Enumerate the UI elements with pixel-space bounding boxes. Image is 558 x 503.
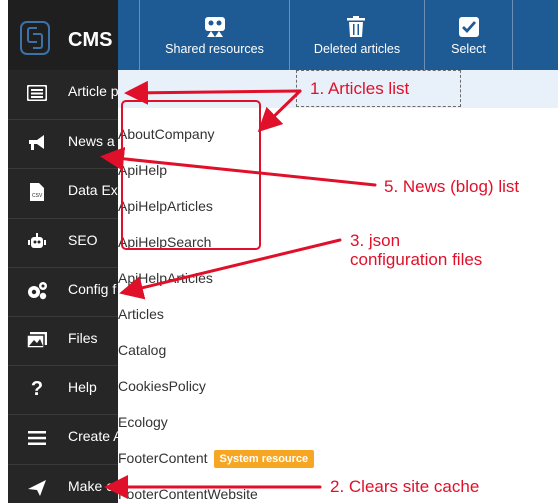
file-name: FooterContent bbox=[118, 450, 208, 466]
gears-icon bbox=[26, 280, 48, 302]
sidebar-item-label: Help bbox=[68, 379, 97, 396]
sidebar-item-seo[interactable]: SEO bbox=[8, 217, 118, 267]
file-name: FooterContentWebsite bbox=[118, 486, 258, 502]
annotation-config-files-box bbox=[121, 100, 261, 250]
annotation-json-line2: configuration files bbox=[350, 250, 483, 269]
sidebar-item-news[interactable]: News a bbox=[8, 119, 118, 169]
file-item-footercontent[interactable]: FooterContent System resource bbox=[118, 440, 315, 476]
app-logo[interactable]: CMS bbox=[8, 0, 118, 70]
question-icon: ? bbox=[30, 377, 44, 400]
images-icon bbox=[26, 329, 48, 351]
annotation-articles-list: 1. Articles list bbox=[310, 79, 410, 98]
svg-text:CSV: CSV bbox=[32, 193, 43, 199]
list-icon bbox=[26, 82, 48, 104]
deleted-articles-button[interactable]: Deleted articles bbox=[290, 0, 425, 70]
checkbox-icon bbox=[458, 16, 480, 38]
file-item-apihelparticles-2[interactable]: ApiHelpArticles bbox=[118, 260, 213, 296]
select-button[interactable]: Select bbox=[425, 0, 513, 70]
file-item-ecology[interactable]: Ecology bbox=[118, 404, 168, 440]
toolbar: Shared resources Deleted articles Select bbox=[118, 0, 558, 70]
hamburger-icon bbox=[26, 427, 48, 449]
sidebar-item-make-cache[interactable]: Make c bbox=[8, 463, 118, 503]
csv-file-icon: CSV bbox=[26, 181, 48, 203]
sidebar-item-label: SEO bbox=[68, 231, 98, 248]
sidebar-item-label: Files bbox=[68, 329, 98, 346]
select-label: Select bbox=[451, 42, 486, 56]
toolbar-spacer bbox=[118, 0, 140, 70]
trash-icon bbox=[346, 16, 368, 38]
sidebar-item-label: Article p bbox=[68, 83, 118, 99]
paper-plane-icon bbox=[26, 477, 48, 499]
sidebar-menu: Article p News a CSV Data Ex SEO Config … bbox=[8, 70, 118, 503]
file-name: CookiesPolicy bbox=[118, 378, 206, 394]
sidebar-item-label: News a bbox=[68, 133, 115, 150]
file-item-cookiespolicy[interactable]: CookiesPolicy bbox=[118, 368, 206, 404]
logo-text: CMS bbox=[68, 29, 113, 51]
sidebar-item-label: Config f bbox=[68, 280, 117, 297]
annotation-json-line1: 3. json bbox=[350, 231, 401, 250]
shared-resources-button[interactable]: Shared resources bbox=[140, 0, 290, 70]
sidebar-item-config-files[interactable]: Config f bbox=[8, 266, 118, 316]
file-name: Catalog bbox=[118, 342, 167, 358]
sidebar-item-help[interactable]: ? Help bbox=[8, 365, 118, 415]
sidebar-item-files[interactable]: Files bbox=[8, 315, 118, 366]
annotation-news-list: 5. News (blog) list bbox=[384, 177, 520, 196]
sidebar-item-data-export[interactable]: CSV Data Ex bbox=[8, 168, 118, 218]
shared-resources-label: Shared resources bbox=[165, 42, 264, 56]
file-item-catalog[interactable]: Catalog bbox=[118, 332, 166, 368]
file-name: ApiHelpArticles bbox=[118, 270, 213, 286]
megaphone-icon bbox=[26, 132, 48, 154]
robot-icon bbox=[26, 231, 48, 253]
sidebar-item-label: Make c bbox=[68, 477, 114, 494]
sidebar-item-label: Data Ex bbox=[68, 182, 118, 199]
sidebar-item-article-pages[interactable]: Article p bbox=[8, 70, 118, 120]
system-resource-badge: System resource bbox=[213, 450, 315, 469]
file-name: Ecology bbox=[118, 414, 168, 430]
sidebar: CMS Article p News a CSV Data Ex SEO Con… bbox=[0, 0, 118, 503]
sidebar-item-label: Create A bbox=[68, 428, 118, 445]
logo-icon bbox=[20, 21, 50, 55]
deleted-articles-label: Deleted articles bbox=[313, 42, 401, 56]
file-name: Articles bbox=[118, 306, 164, 322]
file-item-articles[interactable]: Articles bbox=[118, 296, 164, 332]
shared-resources-icon bbox=[204, 16, 226, 38]
annotation-clear-cache: 2. Clears site cache bbox=[330, 477, 480, 496]
sidebar-item-create[interactable]: Create A bbox=[8, 414, 118, 464]
file-item-footercontentwebsite[interactable]: FooterContentWebsite bbox=[118, 476, 258, 503]
sidebar-edge bbox=[0, 0, 8, 503]
